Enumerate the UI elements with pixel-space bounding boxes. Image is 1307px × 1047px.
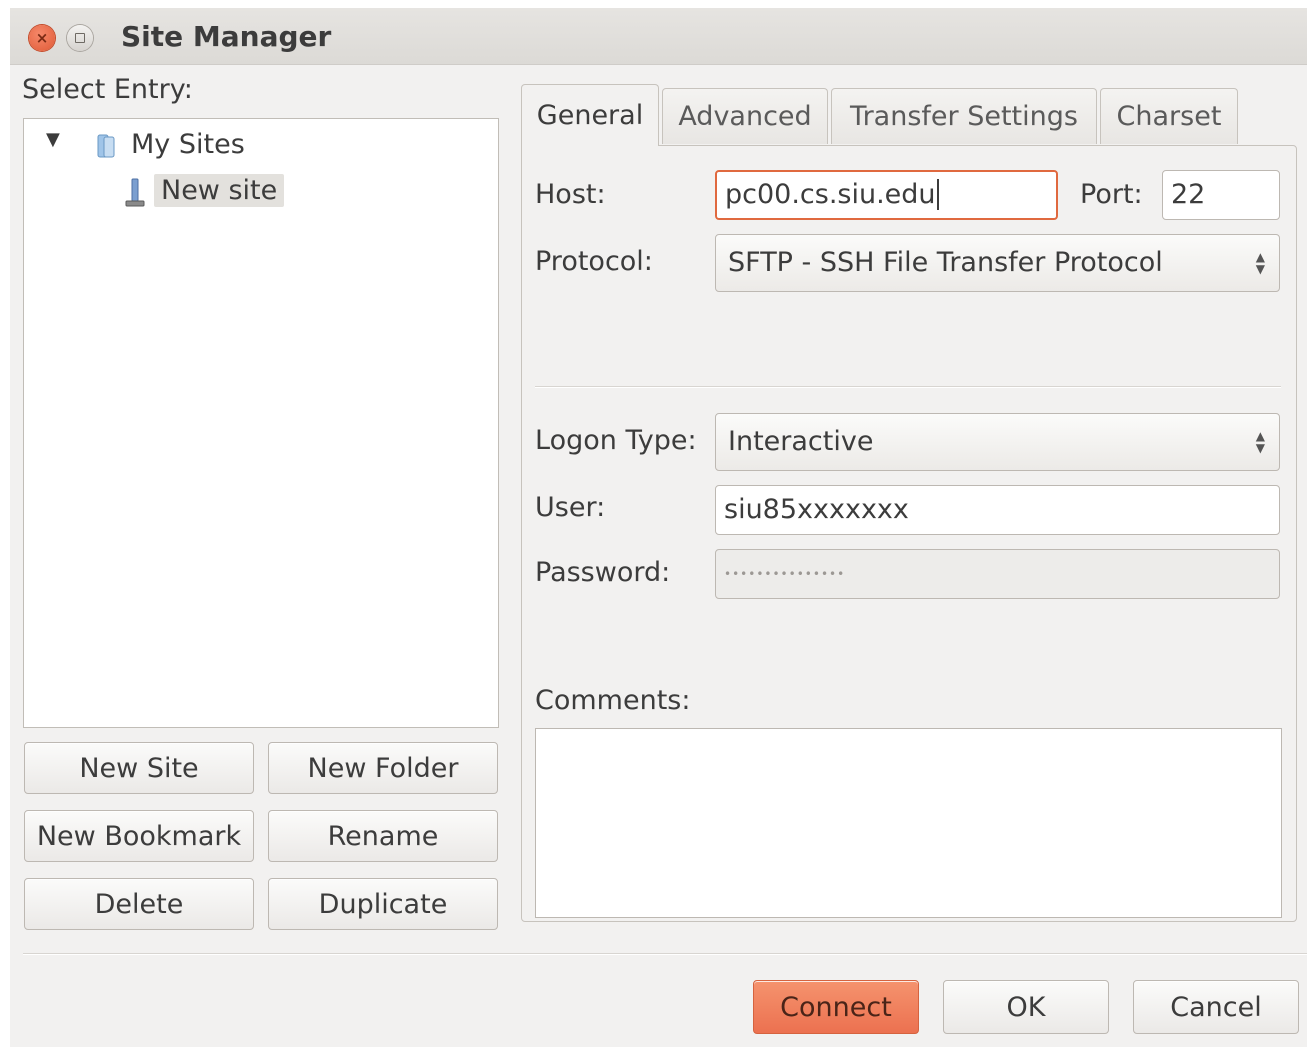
- server-icon: [125, 178, 145, 207]
- window-title: Site Manager: [121, 20, 332, 53]
- general-tab-panel: Host: pc00.cs.siu.edu Port: 22 Protocol:…: [521, 145, 1297, 922]
- protocol-value: SFTP - SSH File Transfer Protocol: [728, 247, 1163, 278]
- protocol-label: Protocol:: [535, 246, 653, 277]
- tab-general[interactable]: General: [521, 84, 659, 146]
- new-folder-button[interactable]: New Folder: [268, 742, 498, 794]
- password-label: Password:: [535, 557, 671, 588]
- new-site-button[interactable]: New Site: [24, 742, 254, 794]
- expander-arrow-icon[interactable]: ▼: [46, 129, 60, 150]
- comments-textarea[interactable]: [535, 728, 1282, 918]
- rename-button[interactable]: Rename: [268, 810, 498, 862]
- folder-icon: [97, 134, 115, 158]
- footer-separator: [23, 953, 1307, 955]
- user-label: User:: [535, 492, 606, 523]
- title-bar: × Site Manager: [10, 8, 1307, 65]
- site-tree[interactable]: ▼ My Sites New site: [23, 118, 499, 728]
- logon-type-value: Interactive: [728, 426, 874, 457]
- duplicate-button[interactable]: Duplicate: [268, 878, 498, 930]
- select-arrows-icon: ▲ ▼: [1255, 429, 1265, 455]
- port-label: Port:: [1080, 179, 1143, 210]
- tab-charset[interactable]: Charset: [1100, 88, 1238, 144]
- delete-button[interactable]: Delete: [24, 878, 254, 930]
- logon-type-select[interactable]: Interactive ▲ ▼: [715, 413, 1280, 471]
- select-entry-label: Select Entry:: [22, 74, 193, 105]
- port-input[interactable]: 22: [1162, 170, 1280, 220]
- close-window-button[interactable]: ×: [29, 25, 55, 51]
- cancel-button[interactable]: Cancel: [1133, 980, 1299, 1034]
- host-input[interactable]: pc00.cs.siu.edu: [715, 170, 1058, 220]
- user-input[interactable]: siu85xxxxxxx: [715, 485, 1280, 535]
- tab-transfer-settings[interactable]: Transfer Settings: [831, 88, 1097, 144]
- ok-button[interactable]: OK: [943, 980, 1109, 1034]
- host-value: pc00.cs.siu.edu: [725, 179, 939, 210]
- select-arrows-icon: ▲ ▼: [1255, 250, 1265, 276]
- maximize-window-button[interactable]: [67, 25, 93, 51]
- comments-label: Comments:: [535, 685, 691, 716]
- tree-item-new-site[interactable]: New site: [154, 174, 285, 207]
- separator: [535, 386, 1281, 388]
- tab-advanced[interactable]: Advanced: [662, 88, 828, 144]
- site-manager-window: × Site Manager Select Entry: ▼ My Sites …: [10, 8, 1307, 1047]
- new-bookmark-button[interactable]: New Bookmark: [24, 810, 254, 862]
- host-label: Host:: [535, 179, 606, 210]
- protocol-select[interactable]: SFTP - SSH File Transfer Protocol ▲ ▼: [715, 234, 1280, 292]
- password-input[interactable]: •••••••••••••••: [715, 549, 1280, 599]
- connect-button[interactable]: Connect: [753, 980, 919, 1034]
- logon-type-label: Logon Type:: [535, 425, 697, 456]
- tree-item-my-sites[interactable]: My Sites: [131, 129, 245, 160]
